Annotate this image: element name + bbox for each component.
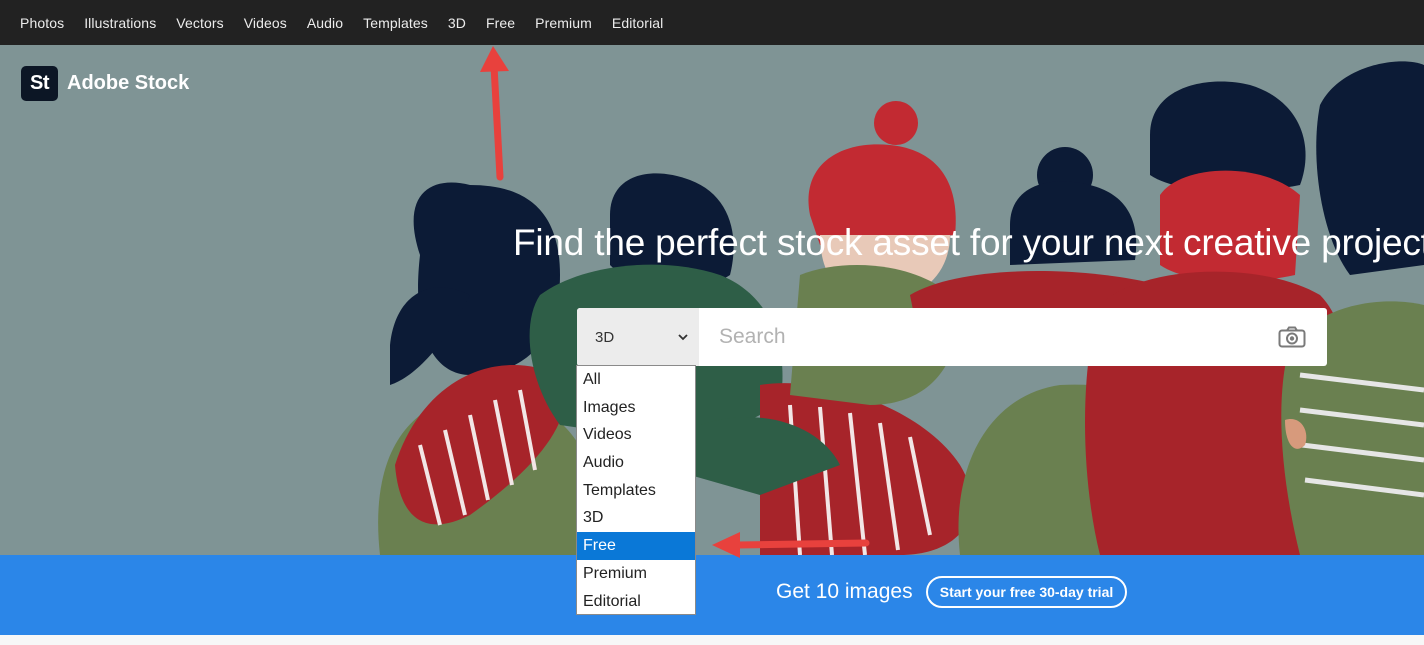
- chevron-down-icon: [678, 334, 688, 341]
- dropdown-option-audio[interactable]: Audio: [577, 449, 695, 477]
- adobe-stock-logo[interactable]: St Adobe Stock: [21, 66, 189, 101]
- nav-templates[interactable]: Templates: [363, 15, 428, 31]
- promo-banner: [0, 555, 1424, 635]
- nav-videos[interactable]: Videos: [244, 15, 287, 31]
- dropdown-option-3d[interactable]: 3D: [577, 504, 695, 532]
- free-trial-button[interactable]: Start your free 30-day trial: [926, 576, 1127, 608]
- search-input[interactable]: [699, 308, 1257, 366]
- dropdown-option-all[interactable]: All: [577, 366, 695, 394]
- visual-search-button[interactable]: [1257, 308, 1327, 366]
- dropdown-option-free[interactable]: Free: [577, 532, 695, 560]
- search-bar: 3D: [577, 308, 1327, 366]
- hero-banner: [0, 45, 1424, 555]
- nav-free[interactable]: Free: [486, 15, 515, 31]
- nav-3d[interactable]: 3D: [448, 15, 466, 31]
- category-selected-value: 3D: [595, 328, 615, 346]
- dropdown-option-templates[interactable]: Templates: [577, 477, 695, 505]
- category-dropdown-list: All Images Videos Audio Templates 3D Fre…: [576, 365, 696, 615]
- logo-mark: St: [21, 66, 58, 101]
- camera-icon: [1278, 326, 1306, 348]
- page-bottom: [0, 635, 1424, 645]
- dropdown-option-images[interactable]: Images: [577, 394, 695, 422]
- nav-vectors[interactable]: Vectors: [176, 15, 223, 31]
- promo-text: Get 10 images: [776, 580, 913, 603]
- nav-photos[interactable]: Photos: [20, 15, 64, 31]
- category-select[interactable]: 3D: [577, 308, 699, 366]
- logo-text: Adobe Stock: [67, 72, 190, 94]
- nav-editorial[interactable]: Editorial: [612, 15, 663, 31]
- page-title: Find the perfect stock asset for your ne…: [513, 222, 1424, 263]
- nav-illustrations[interactable]: Illustrations: [84, 15, 156, 31]
- top-navigation: Photos Illustrations Vectors Videos Audi…: [0, 0, 1424, 45]
- nav-audio[interactable]: Audio: [307, 15, 343, 31]
- hero-illustration: [378, 61, 1424, 555]
- dropdown-option-premium[interactable]: Premium: [577, 560, 695, 588]
- dropdown-option-editorial[interactable]: Editorial: [577, 588, 695, 616]
- dropdown-option-videos[interactable]: Videos: [577, 421, 695, 449]
- nav-premium[interactable]: Premium: [535, 15, 592, 31]
